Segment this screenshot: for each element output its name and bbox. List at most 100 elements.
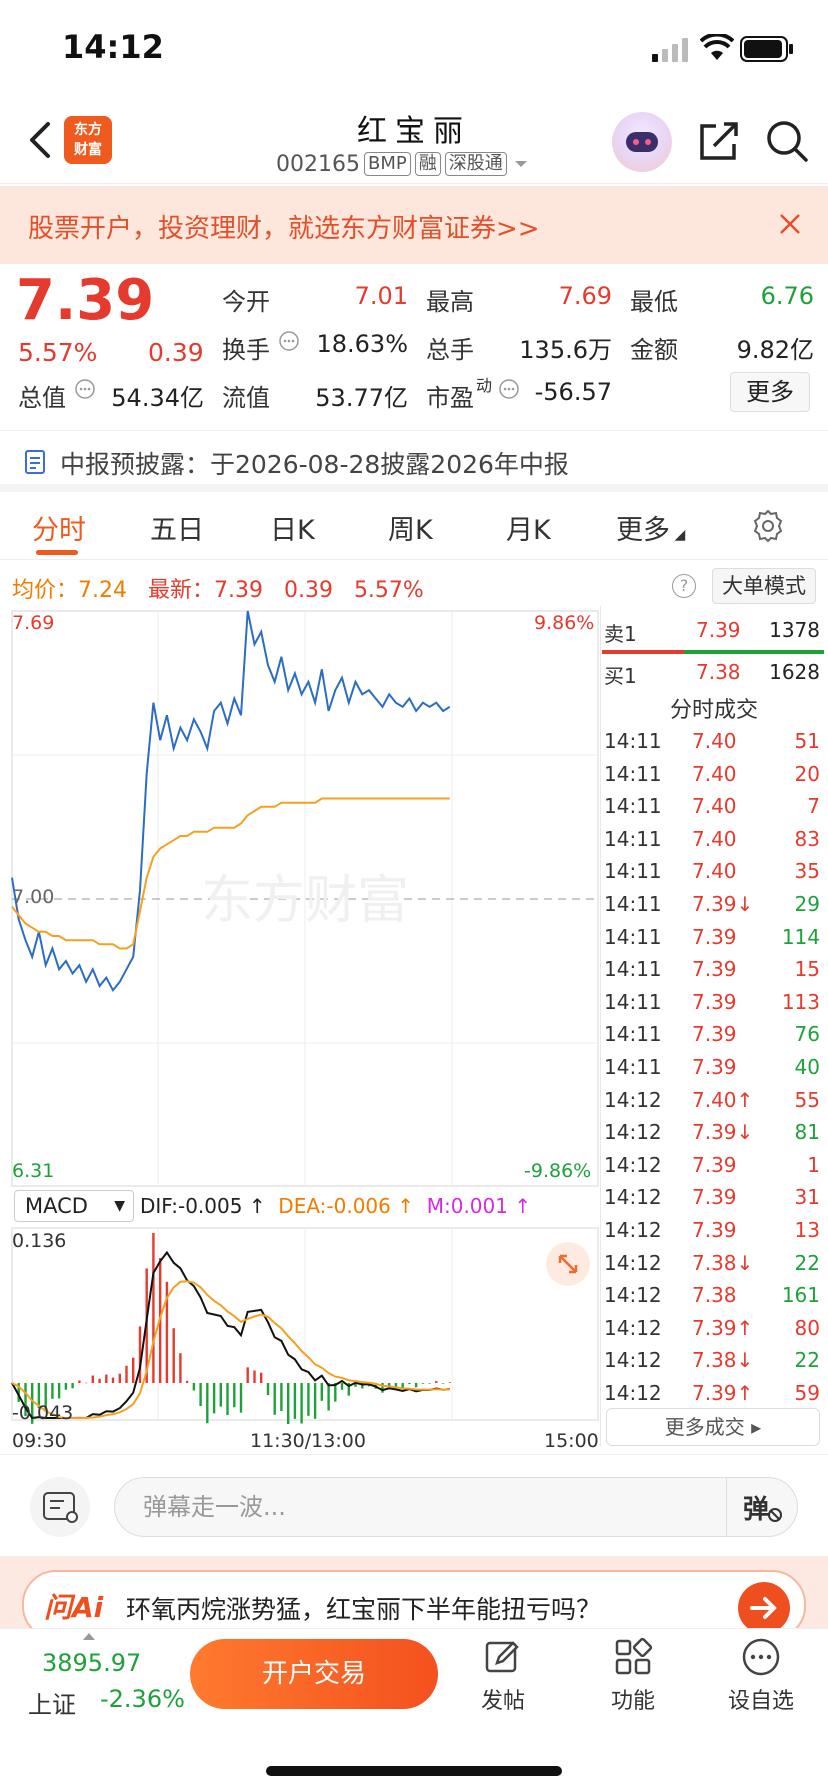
trade-price: 7.39 <box>692 1152 737 1177</box>
trade-row: 14:12 7.39 13 <box>600 1214 828 1247</box>
trade-price: 7.39 <box>692 1218 737 1242</box>
danmu-input[interactable]: 弹幕走一波... <box>114 1477 798 1537</box>
macd-bar <box>428 1383 431 1384</box>
trade-price: 7.39 <box>692 1055 737 1079</box>
avg-value: 7.24 <box>78 578 127 603</box>
add-watchlist-button[interactable]: 设自选 <box>716 1637 806 1715</box>
index-change[interactable]: -2.36% <box>100 1685 185 1713</box>
tag-bmp: BMP <box>363 152 411 176</box>
macd-bar <box>313 1383 317 1419</box>
macd-bar <box>51 1383 54 1399</box>
trade-price: 7.39 <box>692 1185 737 1210</box>
help-icon[interactable]: ? <box>672 574 696 598</box>
stock-code: 002165 <box>276 151 360 177</box>
macd-bar <box>132 1357 135 1383</box>
gear-icon[interactable] <box>750 508 786 544</box>
chart-grid <box>11 610 599 1421</box>
macd-bar <box>71 1383 74 1389</box>
pe-label: 市盈 <box>426 384 474 412</box>
macd-bar <box>219 1383 222 1407</box>
robot-assistant-avatar[interactable] <box>612 112 672 172</box>
danmu-label: 弹 <box>743 1495 770 1525</box>
y-axis-top-label: 7.69 <box>12 612 55 634</box>
info-dots-icon[interactable] <box>498 378 520 400</box>
macd-m: M:0.001 ↑ <box>426 1194 532 1218</box>
macd-bar <box>307 1383 310 1416</box>
x-axis-start-label: 09:30 <box>12 1430 67 1452</box>
tab-more[interactable]: 更多 ◢ <box>616 508 685 547</box>
macd-bar <box>111 1377 115 1383</box>
pct-axis-top-label: 9.86% <box>534 612 595 634</box>
trade-row: 14:11 7.39 76 <box>600 1018 828 1051</box>
macd-bar <box>172 1328 175 1383</box>
danmu-toggle-button[interactable]: 弹 <box>726 1477 798 1537</box>
trade-row: 14:11 7.40 7 <box>600 790 828 823</box>
trade-row: 14:11 7.39 113 <box>600 986 828 1019</box>
y-axis-mid-label: 7.00 <box>12 886 55 908</box>
battery-icon <box>740 36 793 62</box>
info-dots-icon[interactable] <box>74 378 96 400</box>
more-trades-button[interactable]: 更多成交 ▸ <box>606 1408 820 1446</box>
ai-logo: 问Ai <box>44 1591 104 1624</box>
functions-button[interactable]: 功能 <box>588 1637 678 1715</box>
bid-1-row[interactable]: 买1 7.38 1628 <box>604 656 824 688</box>
announcement-bar[interactable]: 中报预披露：于2026-08-28披露2026年中报 <box>0 430 828 492</box>
trade-volume: 7 <box>807 794 820 819</box>
comment-list-button[interactable] <box>30 1477 90 1537</box>
price-line <box>11 610 451 992</box>
wifi-icon <box>700 34 734 60</box>
tab-intraday[interactable]: 分时 <box>32 508 86 547</box>
macd-bar <box>98 1378 101 1383</box>
macd-bar <box>212 1383 216 1414</box>
caret-up-icon <box>83 1633 95 1640</box>
close-icon[interactable] <box>772 206 808 242</box>
stock-code-row[interactable]: 002165 BMP 融 深股通 <box>276 150 531 178</box>
bid-label: 买1 <box>604 664 637 688</box>
big-order-mode-button[interactable]: 大单模式 <box>712 568 816 604</box>
volume-value: 135.6万 <box>519 336 612 364</box>
trade-time: 14:11 <box>604 1055 662 1079</box>
intraday-chart[interactable]: 东方财富 <box>0 608 600 1454</box>
disabled-icon <box>768 1508 782 1522</box>
price-series <box>11 610 451 992</box>
change-percent: 5.57% <box>18 338 98 367</box>
share-icon[interactable] <box>696 118 742 164</box>
post-button[interactable]: 发帖 <box>458 1637 548 1715</box>
trade-volume: 59 <box>794 1381 820 1405</box>
tab-monthly-k[interactable]: 月K <box>506 508 551 547</box>
index-name[interactable]: 上证 <box>28 1685 76 1720</box>
ai-go-button[interactable] <box>738 1582 790 1634</box>
latest-change: 0.39 <box>283 578 333 603</box>
trade-volume: 22 <box>794 1348 820 1373</box>
trade-price: 7.40 <box>692 859 737 884</box>
trade-time: 14:12 <box>604 1283 662 1308</box>
open-trade-button[interactable]: 开户交易 <box>190 1639 438 1709</box>
macd-values: DIF:-0.005 ↑ DEA:-0.006 ↑ M:0.001 ↑ <box>140 1194 531 1218</box>
ask-1-row[interactable]: 卖1 7.39 1378 <box>604 614 824 646</box>
latest-value: 7.39 <box>214 578 263 603</box>
trade-volume: 55 <box>794 1087 820 1112</box>
indicator-select[interactable]: MACD ▼ <box>14 1190 134 1222</box>
trade-time: 14:11 <box>604 826 662 851</box>
macd-bar <box>421 1383 425 1384</box>
trade-time: 14:12 <box>604 1185 662 1210</box>
bid-bar <box>684 650 824 654</box>
info-dots-icon[interactable] <box>278 330 300 352</box>
turnover-label: 换手 <box>222 336 270 364</box>
search-icon[interactable] <box>764 118 810 164</box>
promo-banner[interactable]: 股票开户，投资理财，就选东方财富证券>> <box>0 186 828 264</box>
macd-panel <box>10 1233 451 1424</box>
expand-chart-button[interactable] <box>546 1242 590 1286</box>
trade-volume: 29 <box>794 892 820 916</box>
ai-question: 环氧丙烷涨势猛，红宝丽下半年能扭亏吗？ <box>126 1595 602 1624</box>
tab-five-day[interactable]: 五日 <box>150 508 204 547</box>
trade-volume: 51 <box>794 729 820 753</box>
trade-row: 14:11 7.39↓ 29 <box>600 888 828 921</box>
ai-suggestion-strip: 问Ai 环氧丙烷涨势猛，红宝丽下半年能扭亏吗？ <box>0 1556 828 1640</box>
macd-bar <box>408 1383 411 1385</box>
trade-volume: 83 <box>794 826 820 851</box>
tab-weekly-k[interactable]: 周K <box>388 508 433 547</box>
more-quote-button[interactable]: 更多 <box>730 372 810 412</box>
index-value[interactable]: 3895.97 <box>42 1649 141 1677</box>
tab-daily-k[interactable]: 日K <box>270 508 315 547</box>
